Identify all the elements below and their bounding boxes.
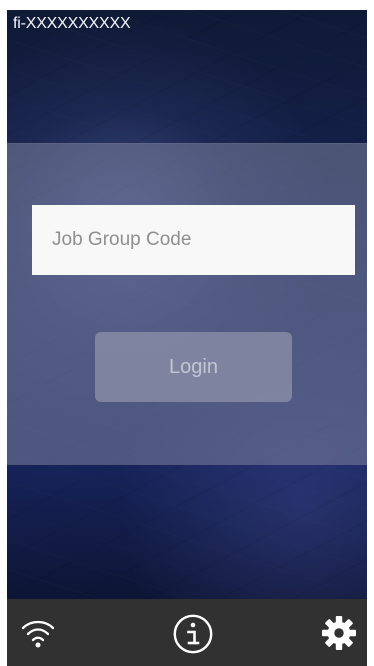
device-id-label: fi-XXXXXXXXXX [13, 15, 131, 32]
info-icon[interactable] [172, 613, 214, 655]
bottom-toolbar [7, 599, 367, 666]
wifi-icon[interactable] [20, 616, 56, 650]
job-group-code-input[interactable] [32, 205, 355, 275]
login-panel [7, 143, 367, 465]
login-button[interactable]: Login [95, 332, 292, 402]
app-frame: fi-XXXXXXXXXX Login [0, 0, 374, 666]
gear-icon[interactable] [319, 613, 359, 653]
